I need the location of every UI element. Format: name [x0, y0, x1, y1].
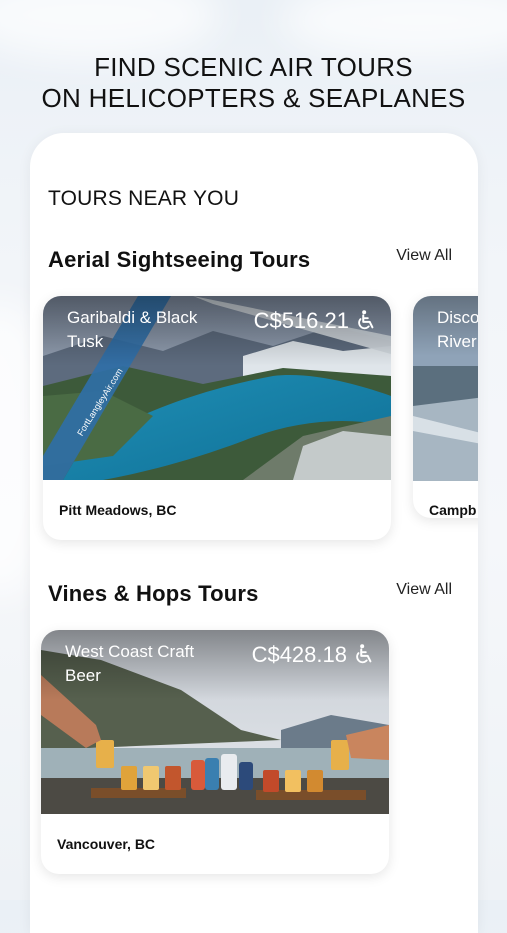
tour-card-west-coast-craft-beer[interactable]: West Coast Craft Beer C$428.18 Vancouver… — [41, 630, 389, 874]
tour-location: Campb — [429, 502, 477, 518]
tour-price: C$516.21 — [253, 308, 349, 333]
wheelchair-icon — [358, 310, 374, 330]
tour-card-garibaldi[interactable]: FortLangleyAir.com Garibaldi & Black Tus… — [43, 296, 391, 540]
headline-line-2: ON HELICOPTERS & SEAPLANES — [41, 83, 466, 113]
wheelchair-icon — [356, 644, 372, 664]
section-title-aerial: Aerial Sightseeing Tours — [48, 247, 311, 272]
tour-price: C$428.18 — [251, 642, 347, 667]
page-headline: FIND SCENIC AIR TOURS ON HELICOPTERS & S… — [0, 52, 507, 114]
view-all-aerial-link[interactable]: View All — [396, 247, 452, 265]
section-title-vines: Vines & Hops Tours — [48, 581, 259, 606]
tour-location: Pitt Meadows, BC — [59, 502, 177, 518]
tours-panel: TOURS NEAR YOU Aerial Sightseeing Tours … — [30, 133, 478, 933]
tour-name: Garibaldi & Black Tusk — [67, 308, 198, 351]
tour-location: Vancouver, BC — [57, 836, 156, 852]
tour-name: West Coast Craft Beer — [65, 642, 195, 685]
tours-near-you-heading: TOURS NEAR YOU — [48, 187, 240, 210]
tour-card-disco-river[interactable]: Disco River Campb — [413, 296, 478, 518]
tour-name: Disco River — [437, 308, 478, 351]
headline-line-1: FIND SCENIC AIR TOURS — [94, 52, 413, 82]
view-all-vines-link[interactable]: View All — [396, 581, 452, 599]
